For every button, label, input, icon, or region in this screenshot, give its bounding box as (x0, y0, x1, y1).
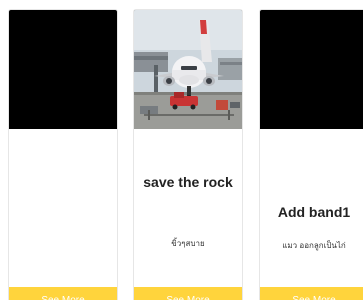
see-more-button[interactable]: See More (9, 287, 117, 300)
card-title: save the rock (143, 174, 233, 190)
card-carousel: See More (0, 0, 363, 300)
card[interactable]: See More (8, 9, 118, 300)
card[interactable]: save the rock ขิ้วๆสบาย See More (133, 9, 243, 300)
card-description: แมว ออกลูกเป็นไก่ (282, 241, 346, 250)
see-more-button[interactable]: See More (260, 287, 363, 300)
airplane-photo (134, 10, 242, 129)
card-description: ขิ้วๆสบาย (171, 239, 205, 248)
see-more-button[interactable]: See More (134, 287, 242, 300)
card-image[interactable] (134, 10, 242, 129)
card-image[interactable] (9, 10, 117, 129)
card-title: Add band1 (277, 204, 351, 220)
card-image[interactable] (260, 10, 363, 129)
card[interactable]: Add band1 แมว ออกลูกเป็นไก่ See More (259, 9, 363, 300)
